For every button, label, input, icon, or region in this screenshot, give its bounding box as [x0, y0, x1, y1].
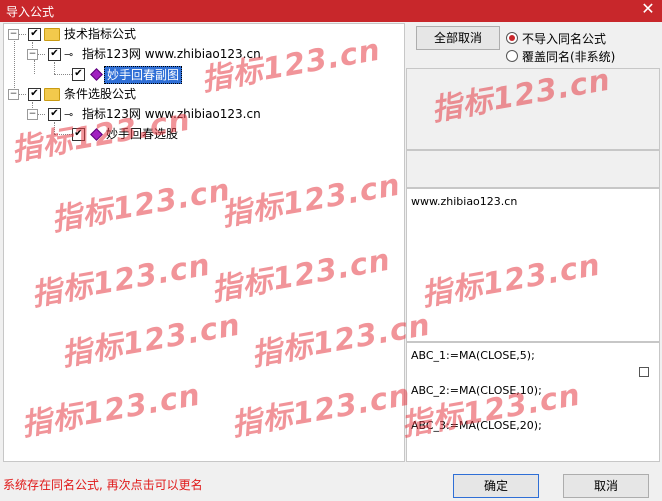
collapse-icon[interactable]: −: [8, 29, 19, 40]
tree-connector: [34, 60, 35, 74]
window-title: 导入公式: [6, 5, 55, 19]
ok-button[interactable]: 确定: [453, 474, 539, 498]
cancel-all-button[interactable]: 全部取消: [416, 26, 500, 50]
radio-no-import[interactable]: [506, 32, 518, 44]
code-line: ABC_2:=MA(CLOSE,10);: [411, 384, 542, 397]
status-message: 系统存在同名公式, 再次点击可以更名: [3, 478, 203, 492]
tree-connector: [14, 36, 15, 94]
tree-connector: [18, 94, 26, 95]
tree-connector: [54, 62, 55, 74]
checkbox-checked-icon[interactable]: ✔: [48, 48, 61, 61]
formula-diamond-icon: [90, 68, 103, 81]
collapse-icon[interactable]: −: [8, 89, 19, 100]
tree-connector: [18, 34, 26, 35]
tree-node-label-selected: 妙手回春副图: [104, 66, 183, 84]
blank-panel: [406, 68, 660, 150]
folder-icon: [44, 88, 60, 101]
tree-node-label: 指标123网 www.zhibiao123.cn: [82, 107, 261, 121]
collapse-icon[interactable]: −: [27, 49, 38, 60]
collapse-icon[interactable]: −: [27, 109, 38, 120]
checkbox-checked-icon[interactable]: ✔: [72, 68, 85, 81]
close-icon[interactable]: ✕: [640, 1, 656, 17]
folder-icon: [44, 28, 60, 41]
tree-node-label: 技术指标公式: [64, 27, 137, 41]
cancel-button[interactable]: 取消: [563, 474, 649, 498]
formula-diamond-icon: [90, 128, 103, 141]
checkbox-checked-icon[interactable]: ✔: [28, 88, 41, 101]
key-icon: ⊸: [64, 108, 74, 121]
formula-code-textbox[interactable]: ABC_1:=MA(CLOSE,5); ABC_2:=MA(CLOSE,10);…: [406, 342, 660, 462]
blank-panel-2: [406, 150, 660, 188]
title-bar: 导入公式 ✕: [0, 0, 662, 22]
code-line: ABC_3:=MA(CLOSE,20);: [411, 419, 542, 432]
checkbox-checked-icon[interactable]: ✔: [72, 128, 85, 141]
radio-overwrite-label[interactable]: 覆盖同名(非系统): [522, 48, 615, 65]
tree-connector: [54, 134, 72, 135]
checkbox-checked-icon[interactable]: ✔: [28, 28, 41, 41]
scroll-marker-icon[interactable]: [639, 367, 649, 377]
info-textbox[interactable]: www.zhibiao123.cn: [406, 188, 660, 342]
tree-node-label: 指标123网 www.zhibiao123.cn: [82, 47, 261, 61]
tree-connector: [54, 74, 72, 75]
checkbox-checked-icon[interactable]: ✔: [48, 108, 61, 121]
tree-connector: [37, 114, 45, 115]
tree-connector: [37, 54, 45, 55]
key-icon: ⊸: [64, 48, 74, 61]
tree-connector: [54, 122, 55, 134]
formula-tree[interactable]: − ✔ 技术指标公式 − ✔ ⊸ 指标123网 www.zhibiao123.c…: [3, 23, 405, 462]
info-text: www.zhibiao123.cn: [411, 195, 518, 208]
tree-node-label: 妙手回春选股: [106, 127, 179, 141]
radio-overwrite[interactable]: [506, 50, 518, 62]
tree-node-label: 条件选股公式: [64, 87, 137, 101]
code-line: ABC_1:=MA(CLOSE,5);: [411, 349, 535, 362]
radio-no-import-label[interactable]: 不导入同名公式: [522, 30, 606, 47]
